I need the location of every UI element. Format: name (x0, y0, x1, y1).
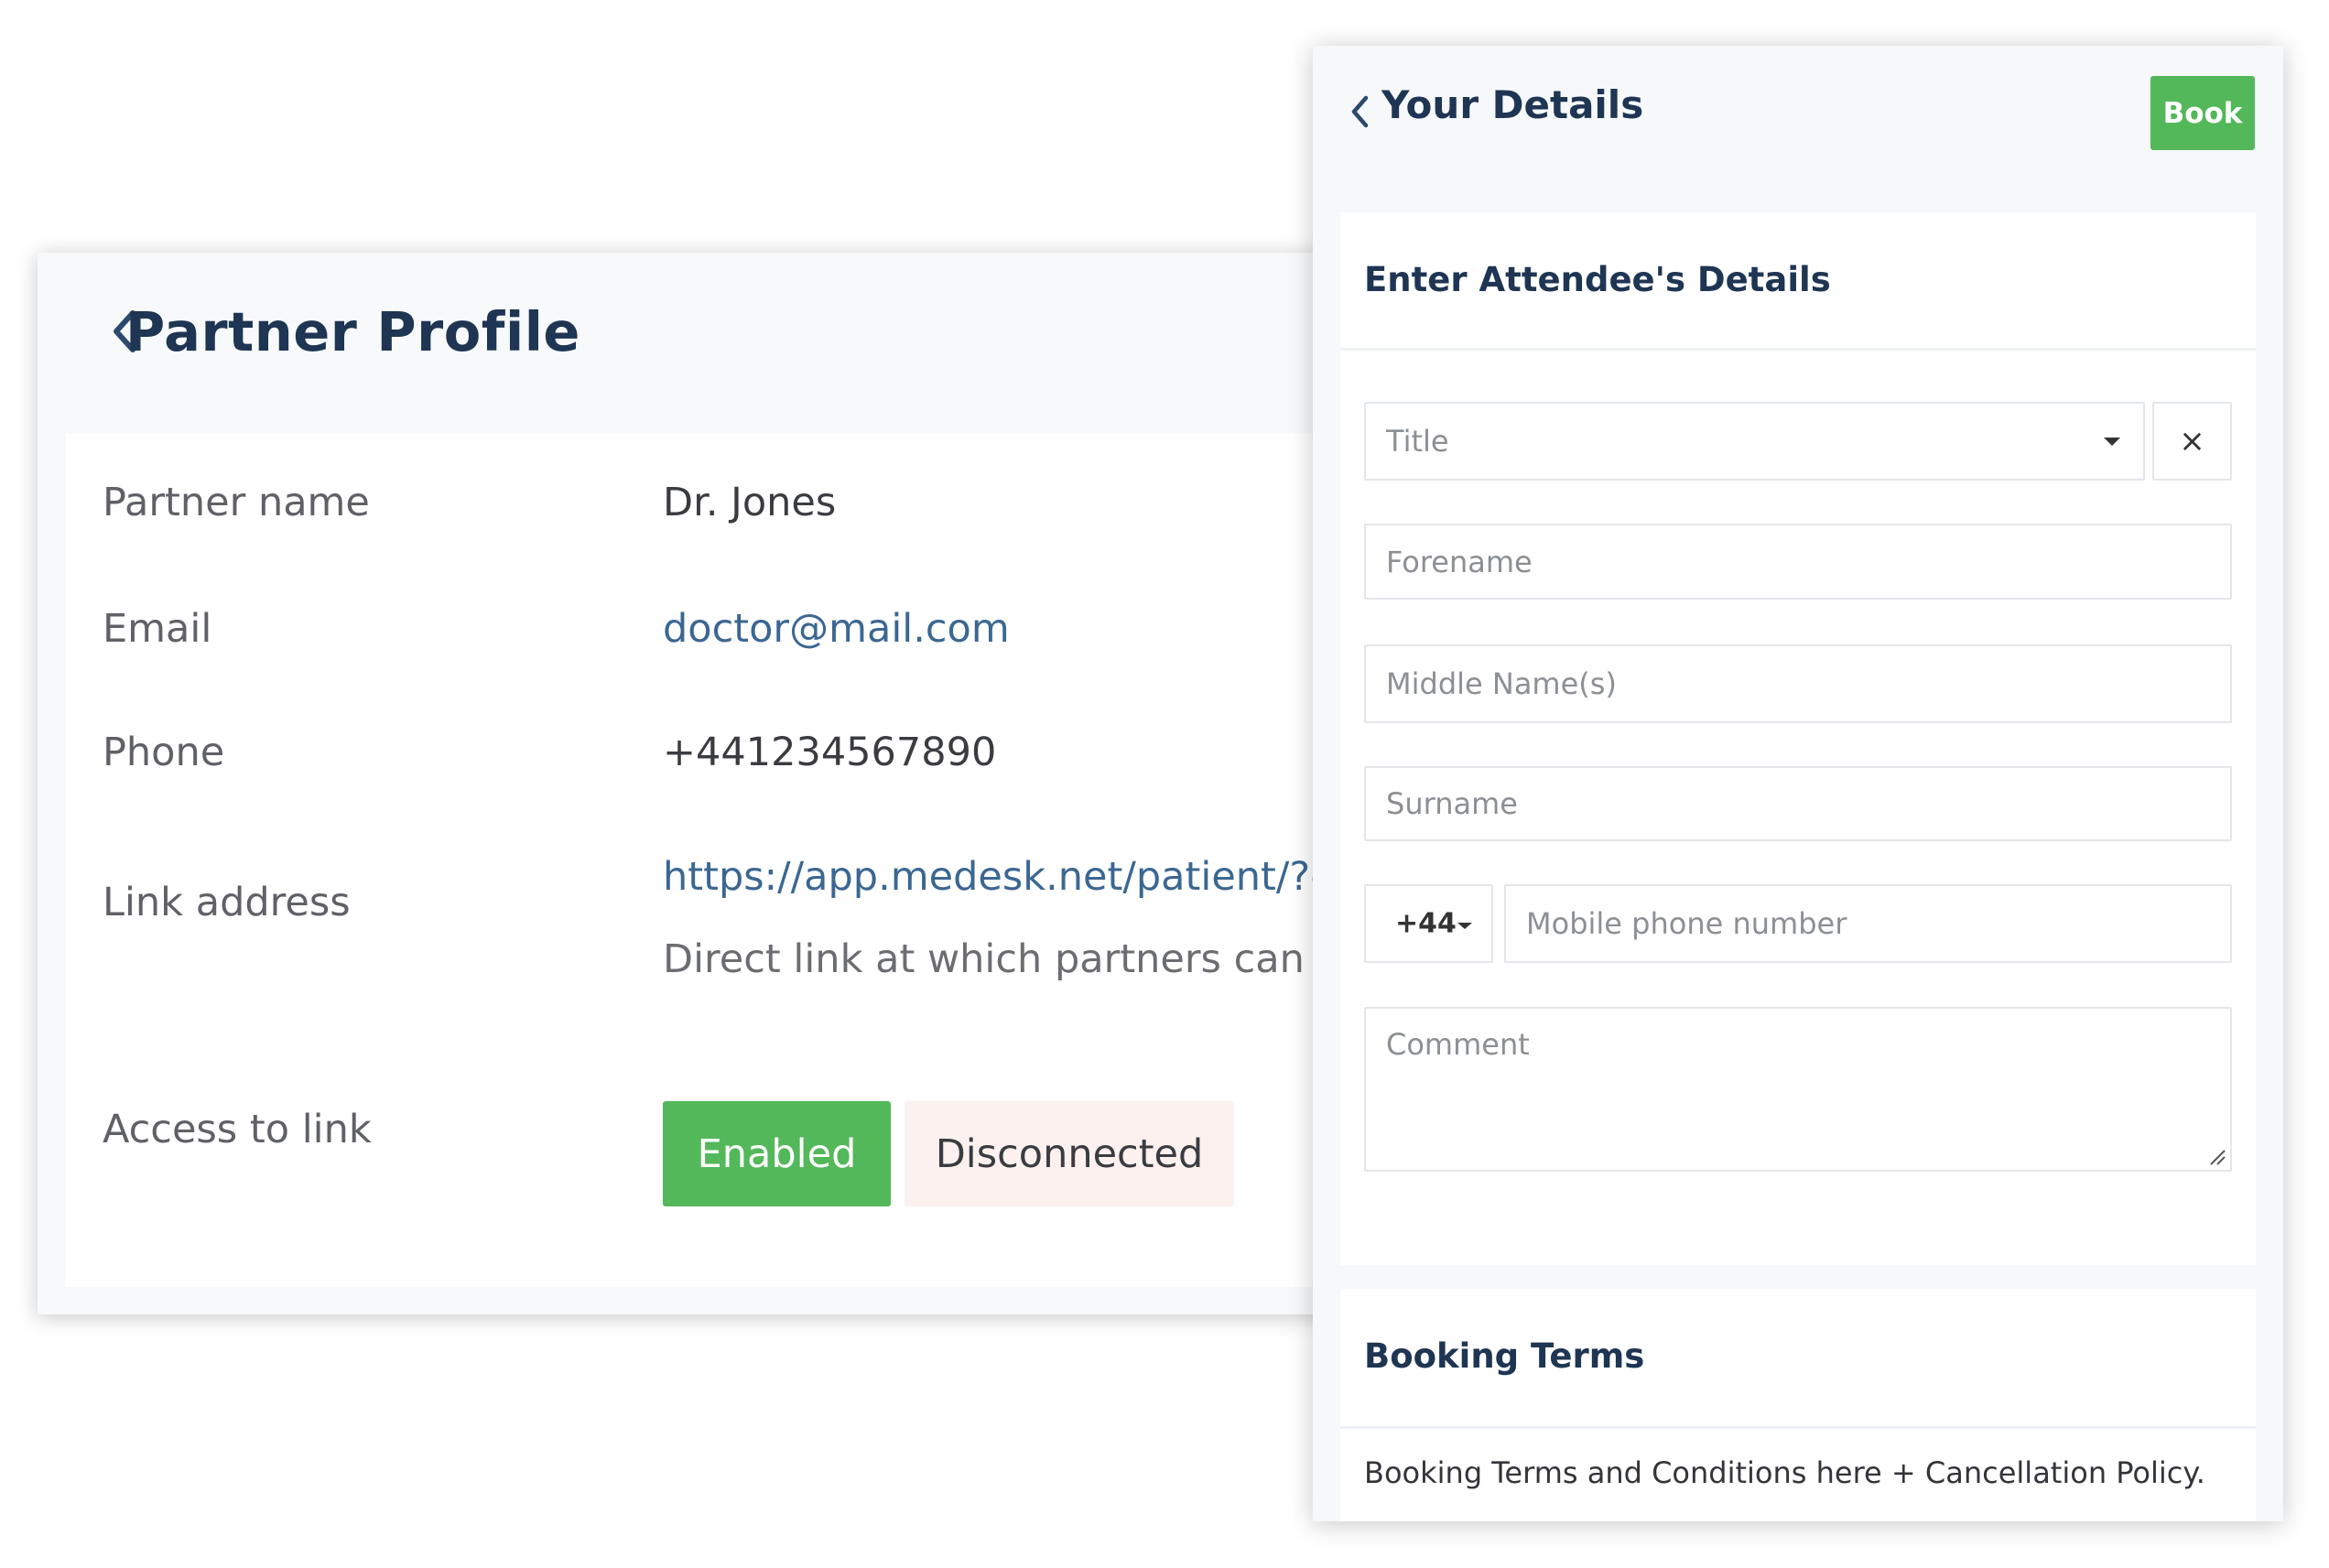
booking-terms-card: Booking Terms Booking Terms and Conditio… (1340, 1289, 2256, 1521)
booking-terms-text: Booking Terms and Conditions here + Canc… (1364, 1455, 2205, 1490)
stage: Partner Profile Partner name Dr. Jones E… (0, 0, 2329, 1568)
middle-name-input[interactable]: Middle Name(s) (1364, 644, 2232, 723)
phone-label: Phone (103, 730, 225, 775)
surname-input[interactable]: Surname (1364, 766, 2232, 841)
email-label: Email (103, 606, 212, 652)
attendee-details-card: Enter Attendee's Details Title × Forenam… (1340, 212, 2256, 1265)
email-link[interactable]: doctor@mail.com (663, 606, 1010, 652)
surname-placeholder: Surname (1386, 786, 1518, 821)
your-details-title: Your Details (1381, 82, 1644, 127)
partner-name-label: Partner name (103, 480, 370, 525)
link-address-note: Direct link at which partners can m (663, 936, 1356, 982)
enabled-button[interactable]: Enabled (663, 1101, 891, 1206)
mobile-phone-placeholder: Mobile phone number (1526, 906, 1847, 941)
disconnected-button[interactable]: Disconnected (905, 1101, 1234, 1206)
comment-placeholder: Comment (1386, 1027, 1530, 1062)
booking-terms-header: Booking Terms (1340, 1289, 2256, 1429)
attendee-details-title: Enter Attendee's Details (1364, 260, 1831, 299)
resize-handle-icon[interactable] (2208, 1148, 2226, 1166)
forename-input[interactable]: Forename (1364, 524, 2232, 600)
partner-details-body: Partner name Dr. Jones Email doctor@mail… (66, 434, 1384, 1287)
caret-down-icon (2104, 438, 2120, 446)
comment-textarea[interactable]: Comment (1364, 1007, 2232, 1172)
caret-down-icon (1457, 923, 1472, 929)
attendee-details-header: Enter Attendee's Details (1340, 212, 2256, 351)
phone-code-value: +44 (1395, 907, 1457, 940)
close-icon: × (2179, 423, 2205, 460)
title-select[interactable]: Title (1364, 402, 2145, 481)
booking-terms-title: Booking Terms (1364, 1336, 1645, 1376)
phone-code-select[interactable]: +44 (1364, 884, 1493, 963)
book-button[interactable]: Book (2150, 76, 2255, 150)
your-details-panel: Your Details Book Enter Attendee's Detai… (1313, 46, 2283, 1521)
access-to-link-label: Access to link (103, 1107, 372, 1152)
middle-name-placeholder: Middle Name(s) (1386, 666, 1617, 701)
mobile-phone-input[interactable]: Mobile phone number (1504, 884, 2232, 963)
patient-link[interactable]: https://app.medesk.net/patient/?c (663, 854, 1332, 900)
partner-profile-card: Partner Profile Partner name Dr. Jones E… (38, 253, 1392, 1314)
clear-title-button[interactable]: × (2152, 402, 2232, 481)
partner-profile-header: Partner Profile (38, 253, 1392, 434)
link-address-label: Link address (103, 880, 351, 925)
phone-value: +441234567890 (663, 730, 997, 775)
forename-placeholder: Forename (1386, 544, 1533, 579)
chevron-left-icon[interactable] (1349, 95, 1370, 128)
page-title: Partner Profile (125, 300, 580, 363)
title-select-placeholder: Title (1386, 424, 1449, 459)
partner-name-value: Dr. Jones (663, 480, 837, 525)
